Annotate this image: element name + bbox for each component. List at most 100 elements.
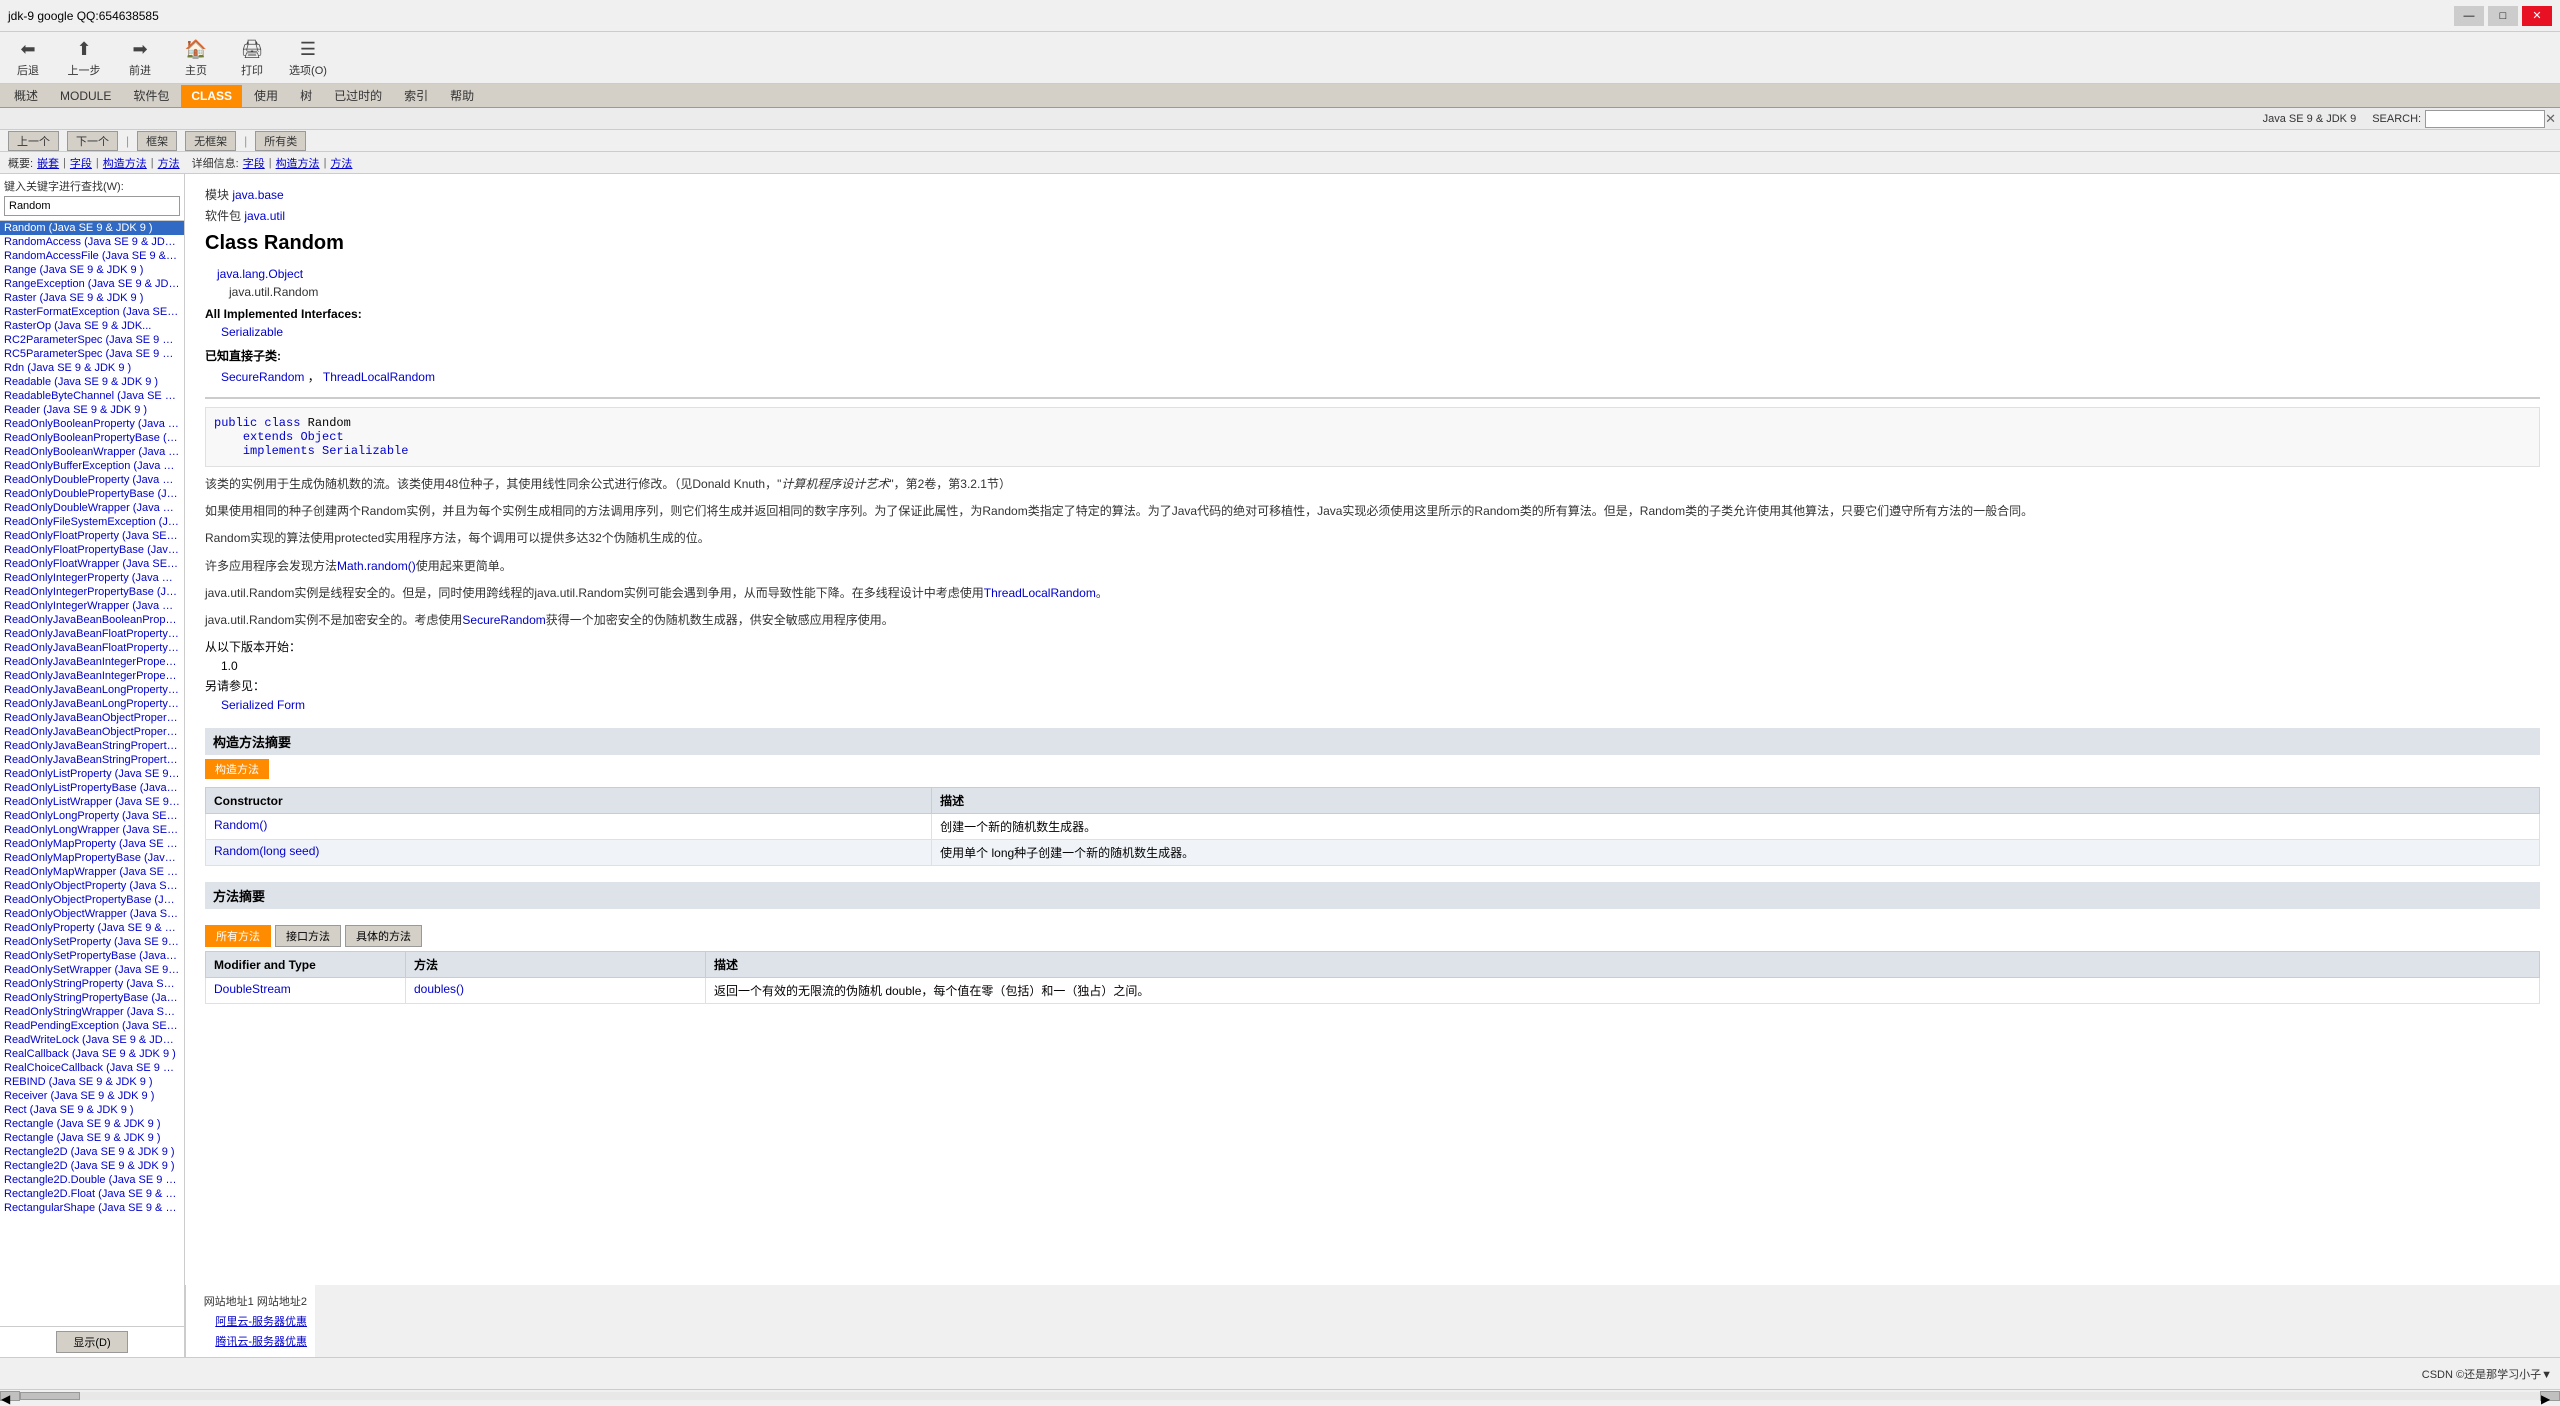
search-close-button[interactable]: ✕ (2545, 111, 2556, 127)
list-item[interactable]: ReadPendingException (Java SE 9 &... (0, 1019, 184, 1033)
tab-help[interactable]: 帮助 (440, 85, 484, 107)
list-item[interactable]: RealChoiceCallback (Java SE 9 & JDI... (0, 1061, 184, 1075)
list-item[interactable]: ReadOnlyListWrapper (Java SE 9 & JI... (0, 795, 184, 809)
bc-method[interactable]: 方法 (158, 155, 180, 171)
list-item[interactable]: ReadOnlyJavaBeanStringPropertyBuil... (0, 753, 184, 767)
list-item[interactable]: ReadOnlyBufferException (Java SE 9 &... (0, 459, 184, 473)
tab-index[interactable]: 索引 (394, 85, 438, 107)
tab-overview[interactable]: 概述 (4, 85, 48, 107)
list-item[interactable]: ReadOnlyListProperty (Java SE 9 &... (0, 767, 184, 781)
close-button[interactable]: ✕ (2522, 6, 2552, 26)
list-item[interactable]: ReadOnlyDoubleProperty (Java SE 9 &... (0, 473, 184, 487)
list-item[interactable]: RealCallback (Java SE 9 & JDK 9 ) (0, 1047, 184, 1061)
list-item[interactable]: ReadOnlyBooleanPropertyBase (Java SE... (0, 431, 184, 445)
list-item[interactable]: ReadOnlyBooleanProperty (Java SE 9... (0, 417, 184, 431)
list-item[interactable]: ReadOnlyListPropertyBase (Java SE... (0, 781, 184, 795)
list-item[interactable]: RectangularShape (Java SE 9 & JDK... (0, 1201, 184, 1215)
list-item[interactable]: RandomAccessFile (Java SE 9 & JDK 9... (0, 249, 184, 263)
list-item[interactable]: ReadOnlyFloatProperty (Java SE 9 &... (0, 529, 184, 543)
bc-detail-field[interactable]: 字段 (243, 155, 265, 171)
list-item[interactable]: RC5ParameterSpec (Java SE 9 & JDK... (0, 347, 184, 361)
serialized-form-link[interactable]: Serialized Form (221, 698, 305, 712)
minimize-button[interactable]: — (2454, 6, 2484, 26)
toolbar-forward[interactable]: ➡ 前进 (120, 38, 160, 78)
list-item[interactable]: ReadOnlyMapWrapper (Java SE 9 & JDI... (0, 865, 184, 879)
implements-link[interactable]: Serializable (322, 444, 408, 458)
list-item[interactable]: REBIND (Java SE 9 & JDK 9 ) (0, 1075, 184, 1089)
list-item[interactable]: ReadOnlyObjectWrapper (Java SE 9 &... (0, 907, 184, 921)
list-item[interactable]: RasterFormatException (Java SE 9 & JDK..… (0, 305, 184, 319)
maximize-button[interactable]: □ (2488, 6, 2518, 26)
subnav-frames[interactable]: 框架 (137, 131, 177, 151)
list-item[interactable]: ReadOnlyMapProperty (Java SE 9 & JI... (0, 837, 184, 851)
bc-detail-method[interactable]: 方法 (330, 155, 352, 171)
list-item[interactable]: ReadOnlyJavaBeanFloatProperty (Jav... (0, 627, 184, 641)
ad-aliyun[interactable]: 阿里云-服务器优惠 (194, 1313, 307, 1329)
list-item[interactable]: Rectangle2D (Java SE 9 & JDK 9 ) (0, 1159, 184, 1173)
list-item[interactable]: Reader (Java SE 9 & JDK 9 ) (0, 403, 184, 417)
list-item[interactable]: Raster (Java SE 9 & JDK 9 ) (0, 291, 184, 305)
tab-class[interactable]: CLASS (181, 85, 242, 107)
doublestream-link[interactable]: DoubleStream (214, 982, 291, 996)
constructor-filter-btn[interactable]: 构造方法 (205, 759, 269, 779)
list-item[interactable]: ReadOnlyJavaBeanIntegerProperty (J... (0, 655, 184, 669)
list-item[interactable]: Rectangle2D.Float (Java SE 9 & JDK... (0, 1187, 184, 1201)
list-item[interactable]: ReadOnlyIntegerPropertyBase (Java S... (0, 585, 184, 599)
list-item[interactable]: RasterOp (Java SE 9 & JDK... (0, 319, 184, 333)
list-item[interactable]: ReadOnlyObjectProperty (Java SE 9 &... (0, 879, 184, 893)
tab-deprecated[interactable]: 已过时的 (324, 85, 392, 107)
toolbar-back[interactable]: ⬅ 后退 (8, 38, 48, 78)
list-item[interactable]: RandomAccess (Java SE 9 & JDK 9 ) (0, 235, 184, 249)
list-item[interactable]: RC2ParameterSpec (Java SE 9 & JDK... (0, 333, 184, 347)
securerandom-link[interactable]: SecureRandom (221, 370, 304, 384)
subnav-next[interactable]: 下一个 (67, 131, 118, 151)
securerandom-desc-link[interactable]: SecureRandom (462, 613, 545, 627)
list-item[interactable]: Range (Java SE 9 & JDK 9 ) (0, 263, 184, 277)
tab-tree[interactable]: 树 (290, 85, 322, 107)
list-item[interactable]: ReadOnlyStringProperty (Java SE 9 &... (0, 977, 184, 991)
list-item[interactable]: ReadOnlyDoubleWrapper (Java SE 9 &... (0, 501, 184, 515)
random-default-link[interactable]: Random() (214, 818, 267, 832)
list-item[interactable]: Rectangle (Java SE 9 & JDK 9 ) (0, 1117, 184, 1131)
list-item[interactable]: Rect (Java SE 9 & JDK 9 ) (0, 1103, 184, 1117)
list-item[interactable]: ReadOnlyJavaBeanObjectPropertyBuil... (0, 725, 184, 739)
subnav-allclasses[interactable]: 所有类 (255, 131, 306, 151)
list-item[interactable]: ReadOnlyJavaBeanLongPropertyBuilde... (0, 697, 184, 711)
list-item[interactable]: ReadOnlyLongProperty (Java SE 9 &... (0, 809, 184, 823)
bc-nested[interactable]: 嵌套 (37, 155, 59, 171)
scroll-thumb[interactable] (20, 1392, 80, 1400)
tab-module[interactable]: MODULE (50, 85, 121, 107)
list-item[interactable]: ReadOnlyFloatPropertyBase (Java SE... (0, 543, 184, 557)
top-search-input[interactable] (2425, 110, 2545, 128)
class-item-random[interactable]: Random (Java SE 9 & JDK 9 ) (0, 221, 184, 235)
bc-field[interactable]: 字段 (70, 155, 92, 171)
list-item[interactable]: Rdn (Java SE 9 & JDK 9 ) (0, 361, 184, 375)
list-item[interactable]: Rectangle2D.Double (Java SE 9 & JDI... (0, 1173, 184, 1187)
list-item[interactable]: ReadOnlySetWrapper (Java SE 9 & JD... (0, 963, 184, 977)
show-button[interactable]: 显示(D) (56, 1331, 127, 1353)
list-item[interactable]: ReadOnlyStringPropertyBase (Java SE... (0, 991, 184, 1005)
list-item[interactable]: ReadOnlyFloatWrapper (Java SE 9 &... (0, 557, 184, 571)
list-item[interactable]: Receiver (Java SE 9 & JDK 9 ) (0, 1089, 184, 1103)
list-item[interactable]: ReadOnlyIntegerProperty (Java SE 9... (0, 571, 184, 585)
tab-all-methods[interactable]: 所有方法 (205, 925, 271, 947)
subnav-noframes[interactable]: 无框架 (185, 131, 236, 151)
list-item[interactable]: ReadOnlySetProperty (Java SE 9 & JI... (0, 935, 184, 949)
tab-use[interactable]: 使用 (244, 85, 288, 107)
list-item[interactable]: ReadOnlyStringWrapper (Java SE 9 &... (0, 1005, 184, 1019)
horizontal-scrollbar[interactable]: ◀ ▶ (0, 1389, 2560, 1401)
list-item[interactable]: ReadOnlyJavaBeanObjectProperty (Ja... (0, 711, 184, 725)
scroll-left-btn[interactable]: ◀ (0, 1391, 20, 1401)
bc-detail-constr[interactable]: 构造方法 (276, 155, 320, 171)
search-input[interactable] (4, 196, 180, 216)
doubles-link[interactable]: doubles() (414, 982, 464, 996)
toolbar-home[interactable]: 🏠 主页 (176, 38, 216, 78)
list-item[interactable]: ReadableByteChannel (Java SE 9 & JDK... (0, 389, 184, 403)
tab-package[interactable]: 软件包 (123, 85, 179, 107)
list-item[interactable]: ReadWriteLock (Java SE 9 & JDK 9 ) (0, 1033, 184, 1047)
list-item[interactable]: ReadOnlyIntegerWrapper (Java SE 9 &... (0, 599, 184, 613)
list-item[interactable]: ReadOnlyProperty (Java SE 9 & JDK... (0, 921, 184, 935)
threadlocalrandom-link[interactable]: ThreadLocalRandom (323, 370, 435, 384)
list-item[interactable]: ReadOnlyBooleanWrapper (Java SE 9 &... (0, 445, 184, 459)
list-item[interactable]: ReadOnlyJavaBeanFloatPropertyBuild... (0, 641, 184, 655)
